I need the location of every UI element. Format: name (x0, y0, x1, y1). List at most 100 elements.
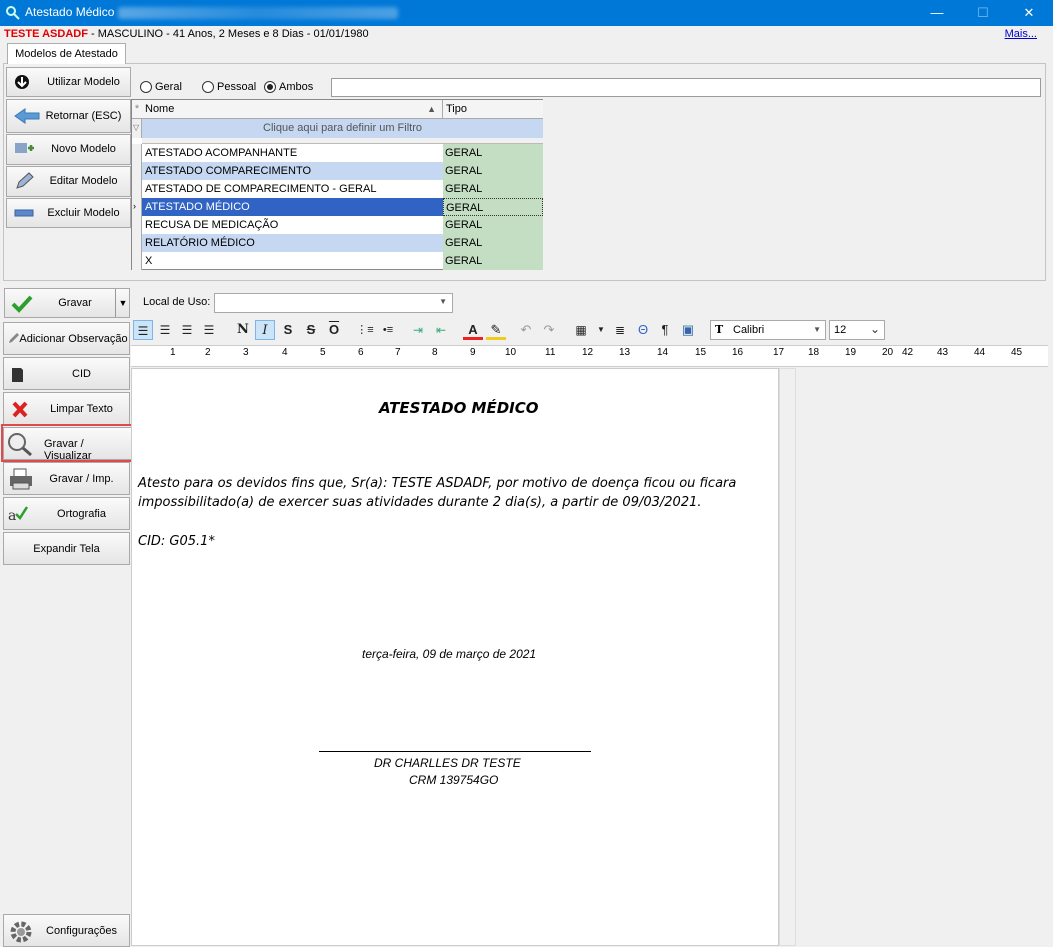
radio-geral[interactable]: Geral (140, 81, 182, 93)
redo-icon[interactable]: ↷ (539, 320, 559, 340)
delete-model-label: Excluir Modelo (47, 207, 120, 219)
radio-pessoal[interactable]: Pessoal (202, 81, 256, 93)
numbered-list-icon[interactable]: ⋮≡ (355, 320, 375, 340)
table-row-selected[interactable]: ATESTADO MÉDICO GERAL (142, 198, 543, 216)
document-editor[interactable]: ATESTADO MÉDICO Atesto para os devidos f… (131, 368, 779, 946)
row-name: ATESTADO DE COMPARECIMENTO - GERAL (145, 183, 377, 195)
save-print-button[interactable]: Gravar / Imp. (3, 462, 130, 495)
column-header-tipo[interactable]: Tipo (443, 100, 543, 119)
ruler-number: 7 (395, 347, 401, 358)
radio-circle-selected (264, 81, 276, 93)
radio-circle (140, 81, 152, 93)
use-model-button[interactable]: Utilizar Modelo (6, 67, 131, 97)
paragraph-mark-icon[interactable]: ¶ (655, 320, 675, 340)
cid-button[interactable]: CID (3, 357, 130, 390)
save-split-button[interactable]: Gravar ▼ (4, 288, 130, 318)
align-right-icon[interactable]: ☰ (177, 320, 197, 340)
grid-filter-row[interactable]: Clique aqui para definir um Filtro (142, 119, 543, 138)
row-name: X (145, 255, 153, 267)
row-name: ATESTADO COMPARECIMENTO (142, 162, 443, 180)
radio-ambos-label: Ambos (279, 81, 314, 93)
clear-text-label: Limpar Texto (50, 403, 113, 415)
delete-model-button[interactable]: Excluir Modelo (6, 198, 131, 228)
align-center-icon[interactable]: ☰ (155, 320, 175, 340)
chevron-down-icon: ▼ (813, 325, 821, 334)
bold-icon[interactable]: N (233, 320, 253, 340)
clear-text-button[interactable]: Limpar Texto (3, 392, 130, 425)
local-de-uso-select[interactable]: ▼ (214, 293, 453, 313)
app-stethoscope-icon (6, 6, 20, 20)
add-observation-button[interactable]: Adicionar Observação (3, 322, 130, 355)
patient-info: TESTE ASDADF - MASCULINO - 41 Anos, 2 Me… (4, 28, 369, 40)
row-name: ATESTADO ACOMPANHANTE (145, 147, 298, 159)
table-row[interactable]: ATESTADO COMPARECIMENTO GERAL (142, 162, 543, 180)
symbol-icon[interactable]: Θ (633, 320, 653, 340)
table-row[interactable]: X GERAL (142, 252, 543, 270)
model-search-input[interactable] (331, 78, 1041, 97)
highlight-icon[interactable]: ✎ (486, 320, 506, 340)
new-model-label: Novo Modelo (51, 143, 116, 155)
return-button[interactable]: Retornar (ESC) (6, 99, 131, 133)
minimize-button[interactable]: — (914, 0, 960, 26)
sort-ascending-icon: ▲ (427, 104, 436, 114)
table-dropdown-icon[interactable]: ▼ (591, 320, 611, 340)
underline-icon[interactable]: S (278, 320, 298, 340)
ruler-number: 16 (732, 347, 744, 358)
settings-button[interactable]: Configurações (3, 914, 130, 947)
bullet-list-icon[interactable]: •≡ (378, 320, 398, 340)
add-observation-label: Adicionar Observação (19, 333, 128, 345)
expand-screen-button[interactable]: Expandir Tela (3, 532, 130, 565)
overline-icon[interactable]: O (324, 320, 344, 340)
insert-rows-icon[interactable]: ≣ (610, 320, 630, 340)
new-model-button[interactable]: Novo Modelo (6, 134, 131, 165)
table-row[interactable]: ATESTADO DE COMPARECIMENTO - GERAL GERAL (142, 180, 543, 198)
settings-label: Configurações (46, 925, 117, 937)
ruler-number: 15 (695, 347, 707, 358)
font-size-select[interactable]: 12 ⌄ (829, 320, 885, 340)
ruler-number: 13 (619, 347, 631, 358)
row-type: GERAL (443, 144, 543, 162)
row-type: GERAL (443, 198, 543, 216)
align-justify-icon[interactable]: ☰ (199, 320, 219, 340)
font-color-icon[interactable]: A (463, 320, 483, 340)
models-grid: * Nome ▲ Tipo ▽ Clique aqui para definir… (131, 99, 543, 270)
more-link[interactable]: Mais... (1005, 28, 1037, 40)
column-header-nome[interactable]: Nome ▲ (142, 100, 443, 119)
save-dropdown-arrow-icon[interactable]: ▼ (115, 289, 130, 317)
ruler-number: 44 (974, 347, 986, 358)
ruler-number: 42 (902, 347, 914, 358)
row-name: RECUSA DE MEDICAÇÃO (145, 219, 279, 231)
ruler-number: 9 (470, 347, 476, 358)
save-disk-icon[interactable]: ▣ (678, 320, 698, 340)
ruler[interactable]: 1 2 3 4 5 6 7 8 9 10 11 12 13 14 15 16 1… (131, 345, 1048, 367)
indent-increase-icon[interactable]: ⇥ (408, 320, 428, 340)
row-name: ATESTADO MÉDICO (142, 198, 443, 216)
edit-model-button[interactable]: Editar Modelo (6, 166, 131, 197)
font-family-select[interactable]: T Calibri ▼ (710, 320, 826, 340)
table-icon[interactable]: ▦ (571, 320, 591, 340)
radio-ambos[interactable]: Ambos (264, 81, 313, 93)
table-row[interactable]: RELATÓRIO MÉDICO GERAL (142, 234, 543, 252)
indent-decrease-icon[interactable]: ⇤ (431, 320, 451, 340)
italic-icon[interactable]: I (255, 320, 275, 340)
spelling-button[interactable]: a Ortografia (3, 497, 130, 530)
ruler-number: 19 (845, 347, 857, 358)
font-type-icon: T (715, 323, 724, 336)
row-type: GERAL (443, 162, 543, 180)
ruler-number: 12 (582, 347, 594, 358)
close-button[interactable]: ✕ (1006, 0, 1052, 26)
align-left-icon[interactable]: ☰ (133, 320, 153, 340)
doctor-crm: CRM 139754GO (409, 773, 499, 787)
radio-pessoal-label: Pessoal (217, 81, 257, 93)
ruler-number: 3 (243, 347, 249, 358)
use-model-label: Utilizar Modelo (47, 76, 120, 88)
document-scrollbar[interactable] (779, 368, 796, 946)
strikethrough-icon[interactable]: S (301, 320, 321, 340)
row-type: GERAL (443, 216, 543, 234)
table-row[interactable]: ATESTADO ACOMPANHANTE GERAL (142, 144, 543, 162)
tab-modelos-de-atestado[interactable]: Modelos de Atestado (7, 43, 126, 64)
table-row[interactable]: RECUSA DE MEDICAÇÃO GERAL (142, 216, 543, 234)
undo-icon[interactable]: ↶ (516, 320, 536, 340)
maximize-button[interactable]: ☐ (960, 0, 1006, 26)
spelling-label: Ortografia (57, 508, 106, 520)
